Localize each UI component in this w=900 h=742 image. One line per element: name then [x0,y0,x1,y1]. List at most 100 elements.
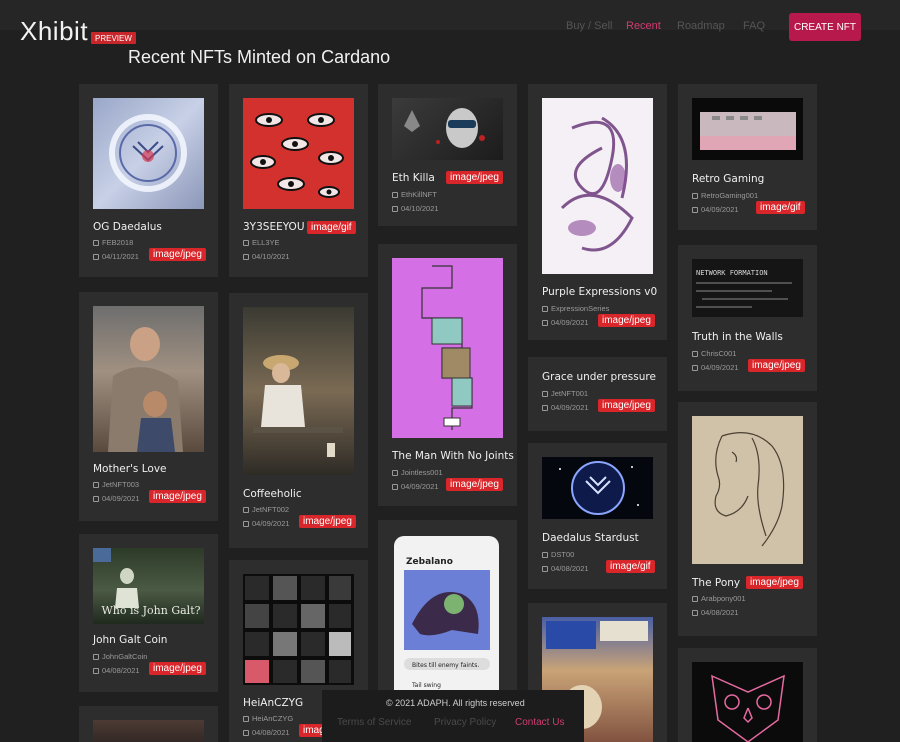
skull-art [404,108,485,148]
policy-icon [692,350,698,357]
nft-card-og-daedalus[interactable]: OG Daedalus FEB2018 04/11/2021 image/jpe… [79,84,218,277]
purple-swirl-art [560,116,634,252]
nft-title[interactable]: Eth Killa [392,172,435,184]
zebalano-art-title: Zebalano [406,557,453,567]
nft-card-coffeeholic[interactable]: Coffeeholic JetNFT002 04/09/2021 image/j… [229,293,368,548]
nft-title[interactable]: 3Y3SEEYOU [243,221,305,233]
eyes-art [250,113,344,198]
nft-date: 04/08/2021 [692,608,739,617]
nft-policy: JetNFT001 [542,389,588,398]
nft-title[interactable]: Grace under pressure [542,371,656,383]
mime-badge: image/jpeg [446,478,503,491]
nft-card-the-pony[interactable]: The Pony image/jpeg Arabpony001 04/08/20… [678,402,817,636]
nft-title[interactable]: Coffeeholic [243,488,302,500]
nft-date: 04/09/2021 [692,205,739,214]
nft-card-retro-gaming[interactable]: Retro Gaming RetroGaming001 04/09/2021 i… [678,84,817,230]
nft-title[interactable]: Retro Gaming [692,173,764,185]
nft-card-truth-in-the-walls[interactable]: NETWORK FORMATION Truth in the Walls Chr… [678,245,817,391]
mime-badge: image/gif [307,221,356,234]
footer-copyright: © 2021 ADAPH. All rights reserved [386,698,525,708]
nft-image[interactable] [93,720,204,742]
nft-image[interactable] [692,98,803,160]
galt-art: Who is John Galt? [93,548,201,617]
nft-card-3y3seeyou[interactable]: 3Y3SEEYOU image/gif ELL3YE 04/10/2021 [229,84,368,277]
calendar-icon [692,206,698,213]
nft-policy: Jointless001 [392,468,443,477]
nft-title[interactable]: The Man With No Joints [392,450,514,462]
photo-coffee-woman [253,355,343,457]
nft-date: 04/11/2021 [93,252,139,261]
nft-card-john-galt-coin[interactable]: Who is John Galt? John Galt Coin JohnGal… [79,534,218,692]
nft-card-man-no-joints[interactable]: The Man With No Joints Jointless001 04/0… [378,244,517,506]
nft-policy: JetNFT002 [243,505,289,514]
photo-mother-child [108,327,183,452]
nft-card-daedalus-stardust[interactable]: Daedalus Stardust DST00 04/08/2021 image… [528,443,667,589]
site-logo[interactable]: Xhibit [20,16,88,47]
mime-badge: image/jpeg [299,515,356,528]
wall-text-art: NETWORK FORMATION [696,269,792,308]
nft-date: 04/09/2021 [542,318,589,327]
create-nft-button[interactable]: CREATE NFT [789,13,861,41]
mime-badge: image/jpeg [149,662,206,675]
nft-title[interactable]: Purple Expressions v0 [542,286,657,298]
calendar-icon [93,495,99,502]
privacy-link[interactable]: Privacy Policy [434,717,496,728]
calendar-icon [243,729,249,736]
nft-date: 04/10/2021 [243,252,290,261]
nft-image[interactable] [243,98,354,209]
nft-title[interactable]: HeiAnCZYG [243,697,303,709]
terms-link[interactable]: Terms of Service [337,717,411,728]
contact-link[interactable]: Contact Us [515,717,564,728]
nft-image[interactable] [93,98,204,209]
nft-date: 04/08/2021 [243,728,290,737]
policy-icon [392,191,398,198]
nft-image[interactable] [542,98,653,274]
nft-card-grace-under-pressure[interactable]: Grace under pressure JetNFT001 04/09/202… [528,357,667,431]
footer: © 2021 ADAPH. All rights reserved Terms … [322,690,584,742]
nft-title[interactable]: OG Daedalus [93,221,162,233]
nft-card-partial[interactable] [79,706,218,742]
mime-badge: image/jpeg [446,171,503,184]
calendar-icon [542,319,548,326]
nft-title[interactable]: John Galt Coin [93,634,167,646]
nav-roadmap[interactable]: Roadmap [677,20,725,32]
calendar-icon [243,520,249,527]
nft-image[interactable] [692,416,803,564]
nft-title[interactable]: The Pony [692,577,740,589]
nft-image[interactable] [542,457,653,519]
nft-title[interactable]: Truth in the Walls [692,331,783,343]
nft-image[interactable] [692,662,803,742]
nav-recent[interactable]: Recent [626,20,661,32]
nft-image[interactable] [243,574,354,685]
mime-badge: image/jpeg [748,359,805,372]
mime-badge: image/jpeg [746,576,803,589]
geometric-owl-art [711,674,785,742]
nft-image[interactable] [392,98,503,160]
nft-card-purple-expressions[interactable]: Purple Expressions v0 ExpressionSeries 0… [528,84,667,340]
nav-buy-sell[interactable]: Buy / Sell [566,20,612,32]
nft-card-mothers-love[interactable]: Mother's Love JetNFT003 04/09/2021 image… [79,292,218,521]
jointless-art [421,265,473,430]
nft-card-partial[interactable] [678,648,817,742]
calendar-icon [692,609,698,616]
nft-policy: JetNFT003 [93,480,139,489]
mime-badge: image/gif [756,201,805,214]
nft-date: 04/08/2021 [93,666,140,675]
mime-badge: image/jpeg [149,248,206,261]
nft-card-eth-killa[interactable]: Eth Killa image/jpeg EthKillNFT 04/10/20… [378,84,517,226]
retro-console-art [700,112,796,150]
nft-title[interactable]: Mother's Love [93,463,167,475]
policy-icon [542,390,548,397]
nft-image[interactable] [243,307,354,475]
nft-image[interactable] [392,258,503,438]
nft-date: 04/09/2021 [243,519,290,528]
nft-title[interactable]: Daedalus Stardust [542,532,639,544]
calendar-icon [542,565,548,572]
nft-image[interactable] [93,306,204,452]
nft-image[interactable]: NETWORK FORMATION [692,259,803,317]
policy-icon [93,239,99,246]
nav-faq[interactable]: FAQ [743,20,765,32]
calendar-icon [243,253,249,260]
nft-policy: FEB2018 [93,238,133,247]
nft-image[interactable]: Who is John Galt? [93,548,204,624]
